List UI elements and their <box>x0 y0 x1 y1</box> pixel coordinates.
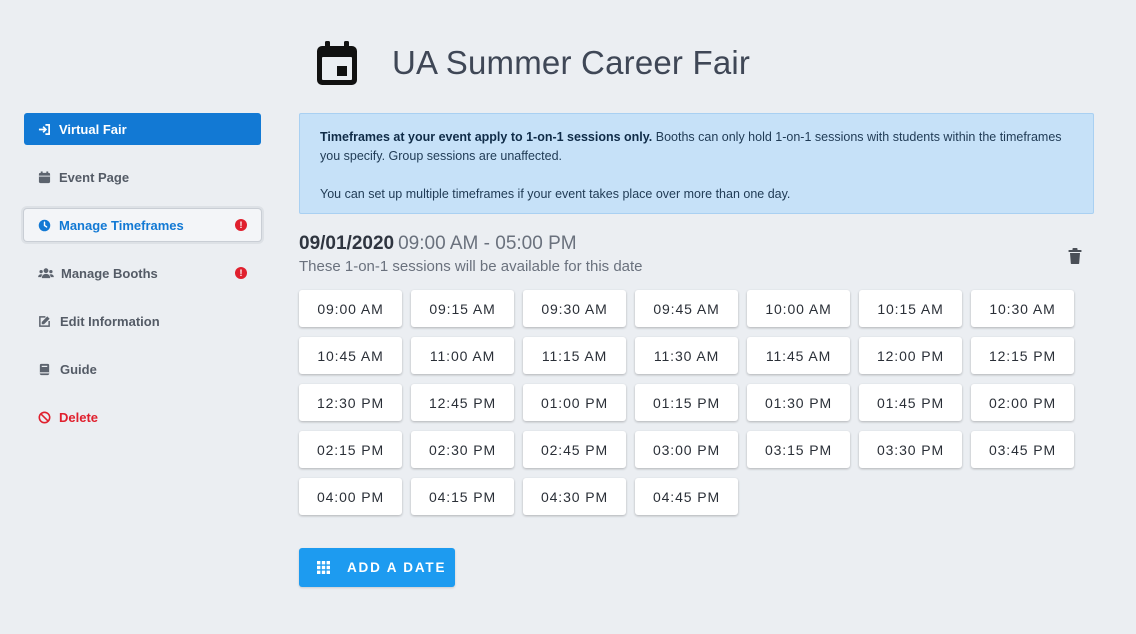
date-line: 09/01/2020 09:00 AM - 05:00 PM <box>299 232 643 256</box>
sidebar-item-edit-information[interactable]: Edit Information <box>24 305 261 337</box>
timeslot-button[interactable]: 01:30 PM <box>747 384 850 421</box>
timeslot-grid: 09:00 AM 09:15 AM 09:30 AM 09:45 AM 10:0… <box>299 290 1079 515</box>
info-paragraph-2: You can set up multiple timeframes if yo… <box>320 187 791 201</box>
timeslot-button[interactable]: 12:30 PM <box>299 384 402 421</box>
timeslot-button[interactable]: 02:30 PM <box>411 431 514 468</box>
timeslot-button[interactable]: 03:45 PM <box>971 431 1074 468</box>
sidebar-item-event-page[interactable]: Event Page <box>24 161 261 193</box>
timeslot-button[interactable]: 10:30 AM <box>971 290 1074 327</box>
timeslot-button[interactable]: 04:00 PM <box>299 478 402 515</box>
sidebar-item-label: Virtual Fair <box>59 121 127 137</box>
info-paragraph: Timeframes at your event apply to 1-on-1… <box>320 128 1073 166</box>
timeslot-button[interactable]: 12:00 PM <box>859 337 962 374</box>
sidebar-item-label: Manage Timeframes <box>59 217 184 233</box>
sidebar-item-label: Event Page <box>59 169 130 185</box>
alert-icon: ! <box>235 267 247 279</box>
sidebar-item-label: Delete <box>59 409 99 425</box>
timeslot-button[interactable]: 12:15 PM <box>971 337 1074 374</box>
calendar-small-icon <box>37 170 51 184</box>
timeslot-button[interactable]: 03:30 PM <box>859 431 962 468</box>
sidebar-item-label: Manage Booths <box>61 265 158 281</box>
time-range: 09:00 AM - 05:00 PM <box>398 233 577 254</box>
timeslot-button[interactable]: 03:00 PM <box>635 431 738 468</box>
sidebar-item-manage-booths[interactable]: Manage Booths ! <box>24 257 261 289</box>
timeslot-button[interactable]: 01:15 PM <box>635 384 738 421</box>
alert-icon: ! <box>235 219 247 231</box>
timeslot-button[interactable]: 09:15 AM <box>411 290 514 327</box>
timeslot-button[interactable]: 01:00 PM <box>523 384 626 421</box>
users-icon <box>37 266 54 280</box>
date-subtitle: These 1-on-1 sessions will be available … <box>299 258 643 275</box>
date-label: 09/01/2020 <box>299 233 395 254</box>
timeslot-button[interactable]: 04:30 PM <box>523 478 626 515</box>
timeslot-button[interactable]: 09:45 AM <box>635 290 738 327</box>
timeslot-button[interactable]: 11:30 AM <box>635 337 738 374</box>
ban-icon <box>37 410 51 424</box>
timeslot-button[interactable]: 10:15 AM <box>859 290 962 327</box>
page: UA Summer Career Fair Virtual Fair Event… <box>0 0 1136 634</box>
timeslot-button[interactable]: 11:15 AM <box>523 337 626 374</box>
trash-icon[interactable] <box>1068 248 1082 264</box>
info-banner: Timeframes at your event apply to 1-on-1… <box>299 113 1094 214</box>
page-title: UA Summer Career Fair <box>392 44 751 81</box>
timeslot-button[interactable]: 01:45 PM <box>859 384 962 421</box>
timeslot-button[interactable]: 02:45 PM <box>523 431 626 468</box>
timeslot-button[interactable]: 02:15 PM <box>299 431 402 468</box>
timeslot-button[interactable]: 10:00 AM <box>747 290 850 327</box>
timeslot-button[interactable]: 09:00 AM <box>299 290 402 327</box>
timeslot-button[interactable]: 09:30 AM <box>523 290 626 327</box>
timeslot-button[interactable]: 11:45 AM <box>747 337 850 374</box>
calendar-icon <box>317 41 357 85</box>
add-date-button[interactable]: ADD A DATE <box>299 548 455 587</box>
sidebar-item-manage-timeframes[interactable]: Manage Timeframes ! <box>24 209 261 241</box>
clock-icon <box>37 218 51 232</box>
timeslot-button[interactable]: 04:45 PM <box>635 478 738 515</box>
timeslot-button[interactable]: 02:00 PM <box>971 384 1074 421</box>
timeslot-button[interactable]: 04:15 PM <box>411 478 514 515</box>
page-header: UA Summer Career Fair <box>316 40 750 86</box>
sidebar-item-label: Guide <box>60 361 97 377</box>
sidebar-item-delete[interactable]: Delete <box>24 401 261 433</box>
sidebar-item-virtual-fair[interactable]: Virtual Fair <box>24 113 261 145</box>
sidebar-item-label: Edit Information <box>60 313 160 329</box>
edit-icon <box>37 314 51 328</box>
timeslot-button[interactable]: 10:45 AM <box>299 337 402 374</box>
sidebar: Virtual Fair Event Page Manage Timeframe… <box>24 113 261 449</box>
book-icon <box>37 362 51 376</box>
timeslot-button[interactable]: 03:15 PM <box>747 431 850 468</box>
add-date-label: ADD A DATE <box>347 560 447 575</box>
timeslot-button[interactable]: 11:00 AM <box>411 337 514 374</box>
date-header: 09/01/2020 09:00 AM - 05:00 PM These 1-on… <box>299 232 643 275</box>
info-bold-text: Timeframes at your event apply to 1-on-1… <box>320 130 653 144</box>
sign-in-icon <box>37 122 51 136</box>
grid-icon <box>317 561 330 574</box>
timeslot-button[interactable]: 12:45 PM <box>411 384 514 421</box>
sidebar-item-guide[interactable]: Guide <box>24 353 261 385</box>
